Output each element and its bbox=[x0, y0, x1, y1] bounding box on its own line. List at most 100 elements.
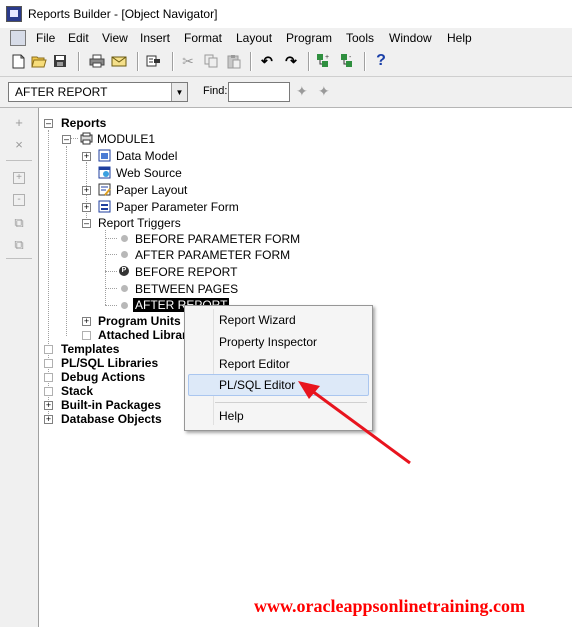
collapse-toggle[interactable]: – bbox=[44, 119, 53, 128]
toolbar-separator bbox=[137, 52, 139, 71]
toolbar-separator bbox=[250, 52, 252, 71]
chevron-down-icon[interactable]: ▼ bbox=[171, 83, 187, 101]
svg-text:+: + bbox=[325, 54, 329, 61]
menu-file[interactable]: File bbox=[36, 31, 55, 45]
tree-node-report-triggers[interactable]: Report Triggers bbox=[98, 216, 181, 230]
collapse-toggle[interactable]: – bbox=[62, 135, 71, 144]
find-input[interactable] bbox=[228, 82, 290, 102]
menu-insert[interactable]: Insert bbox=[140, 31, 170, 45]
document-window-icon[interactable] bbox=[10, 30, 26, 46]
tree-node-attached-libraries[interactable]: Attached Librar bbox=[98, 328, 187, 342]
collapse-toggle[interactable]: – bbox=[82, 219, 91, 228]
undo-icon[interactable]: ↶ bbox=[259, 53, 275, 69]
report-module-icon bbox=[80, 132, 93, 145]
menu-edit[interactable]: Edit bbox=[68, 31, 89, 45]
tree-node-trigger[interactable]: BEFORE REPORT bbox=[135, 265, 237, 279]
run-icon[interactable] bbox=[146, 53, 162, 69]
empty-toggle bbox=[82, 331, 91, 340]
tree-node-module1[interactable]: MODULE1 bbox=[97, 132, 155, 146]
svg-text:-: - bbox=[349, 54, 352, 61]
expand-all-icon[interactable]: + bbox=[316, 53, 332, 69]
tree-node-reports[interactable]: Reports bbox=[61, 116, 106, 130]
delete-icon[interactable]: × bbox=[12, 138, 26, 152]
object-select-dropdown[interactable]: AFTER REPORT ▼ bbox=[8, 82, 188, 102]
menu-item-report-editor[interactable]: Report Editor bbox=[219, 357, 290, 371]
menu-item-plsql-editor[interactable]: PL/SQL Editor bbox=[219, 378, 295, 392]
empty-toggle bbox=[44, 373, 53, 382]
menu-format[interactable]: Format bbox=[184, 31, 222, 45]
tree-node-debug-actions[interactable]: Debug Actions bbox=[61, 370, 145, 384]
web-source-icon bbox=[98, 166, 111, 179]
find-next-icon[interactable]: ✦ bbox=[318, 83, 330, 100]
menu-item-help[interactable]: Help bbox=[219, 409, 244, 423]
collapse-all-icon[interactable]: - bbox=[340, 53, 356, 69]
paper-layout-icon bbox=[98, 183, 111, 196]
toolbar-separator bbox=[364, 52, 366, 71]
copy-icon[interactable] bbox=[203, 53, 219, 69]
tree-node-trigger[interactable]: AFTER PARAMETER FORM bbox=[135, 248, 290, 262]
annotation-arrow bbox=[298, 381, 411, 465]
tree-node-web-source[interactable]: Web Source bbox=[116, 166, 182, 180]
tree-node-trigger[interactable]: BETWEEN PAGES bbox=[135, 282, 238, 296]
trigger-empty-icon bbox=[121, 302, 128, 309]
expand-toggle[interactable]: + bbox=[82, 152, 91, 161]
create-icon[interactable]: + bbox=[12, 116, 26, 130]
expand-toggle[interactable]: + bbox=[44, 415, 53, 424]
empty-toggle bbox=[44, 387, 53, 396]
tree-node-plsql-libraries[interactable]: PL/SQL Libraries bbox=[61, 356, 158, 370]
expand-icon[interactable]: + bbox=[13, 172, 25, 184]
title-bar: Reports Builder - [Object Navigator] bbox=[0, 0, 572, 28]
help-icon[interactable]: ? bbox=[373, 53, 389, 69]
collapse-icon[interactable]: - bbox=[13, 194, 25, 206]
toolbar-separator bbox=[78, 52, 80, 71]
tree-node-database-objects[interactable]: Database Objects bbox=[61, 412, 162, 426]
tree-node-paper-parameter-form[interactable]: Paper Parameter Form bbox=[116, 200, 239, 214]
open-icon[interactable] bbox=[31, 53, 47, 69]
toolbar-separator bbox=[308, 52, 310, 71]
menu-tools[interactable]: Tools bbox=[346, 31, 374, 45]
menu-view[interactable]: View bbox=[102, 31, 128, 45]
object-select-value: AFTER REPORT bbox=[15, 85, 108, 99]
redo-icon[interactable]: ↷ bbox=[283, 53, 299, 69]
empty-toggle bbox=[44, 359, 53, 368]
new-icon[interactable] bbox=[10, 53, 26, 69]
tree-node-built-in-packages[interactable]: Built-in Packages bbox=[61, 398, 161, 412]
expand-toggle[interactable]: + bbox=[44, 401, 53, 410]
print-icon[interactable] bbox=[89, 53, 105, 69]
save-icon[interactable] bbox=[52, 53, 68, 69]
collapse-all-icon[interactable]: ⧉ bbox=[12, 238, 26, 252]
find-label: Find: bbox=[203, 85, 228, 97]
find-previous-icon[interactable]: ✦ bbox=[296, 83, 308, 100]
menu-layout[interactable]: Layout bbox=[236, 31, 272, 45]
menu-gutter bbox=[213, 309, 214, 425]
menu-program[interactable]: Program bbox=[286, 31, 332, 45]
tree-node-trigger[interactable]: BEFORE PARAMETER FORM bbox=[135, 232, 300, 246]
tree-node-data-model[interactable]: Data Model bbox=[116, 149, 177, 163]
expand-all-icon[interactable]: ⧉ bbox=[12, 216, 26, 230]
empty-toggle bbox=[44, 345, 53, 354]
navigator-side-toolbar: + × + - ⧉ ⧉ bbox=[0, 108, 39, 627]
tree-node-stack[interactable]: Stack bbox=[61, 384, 93, 398]
menu-help[interactable]: Help bbox=[447, 31, 472, 45]
menu-window[interactable]: Window bbox=[389, 31, 432, 45]
tree-node-templates[interactable]: Templates bbox=[61, 342, 119, 356]
cut-icon[interactable]: ✂ bbox=[180, 53, 196, 69]
expand-toggle[interactable]: + bbox=[82, 203, 91, 212]
data-model-icon bbox=[98, 149, 111, 162]
find-bar: AFTER REPORT ▼ Find: ✦ ✦ bbox=[0, 77, 572, 108]
mail-icon[interactable] bbox=[111, 53, 127, 69]
expand-toggle[interactable]: + bbox=[82, 317, 91, 326]
trigger-empty-icon bbox=[121, 251, 128, 258]
window-title: Reports Builder - [Object Navigator] bbox=[28, 7, 218, 21]
tree-node-paper-layout[interactable]: Paper Layout bbox=[116, 183, 187, 197]
expand-toggle[interactable]: + bbox=[82, 186, 91, 195]
paste-icon[interactable] bbox=[226, 53, 242, 69]
menu-item-property-inspector[interactable]: Property Inspector bbox=[219, 335, 317, 349]
trigger-empty-icon bbox=[121, 235, 128, 242]
reports-builder-app-icon bbox=[6, 6, 22, 22]
toolbar-separator bbox=[6, 160, 32, 161]
menu-item-report-wizard[interactable]: Report Wizard bbox=[219, 313, 296, 327]
trigger-defined-icon: P bbox=[119, 266, 129, 276]
menu-bar: File Edit View Insert Format Layout Prog… bbox=[0, 28, 572, 48]
tree-node-program-units[interactable]: Program Units bbox=[98, 314, 181, 328]
